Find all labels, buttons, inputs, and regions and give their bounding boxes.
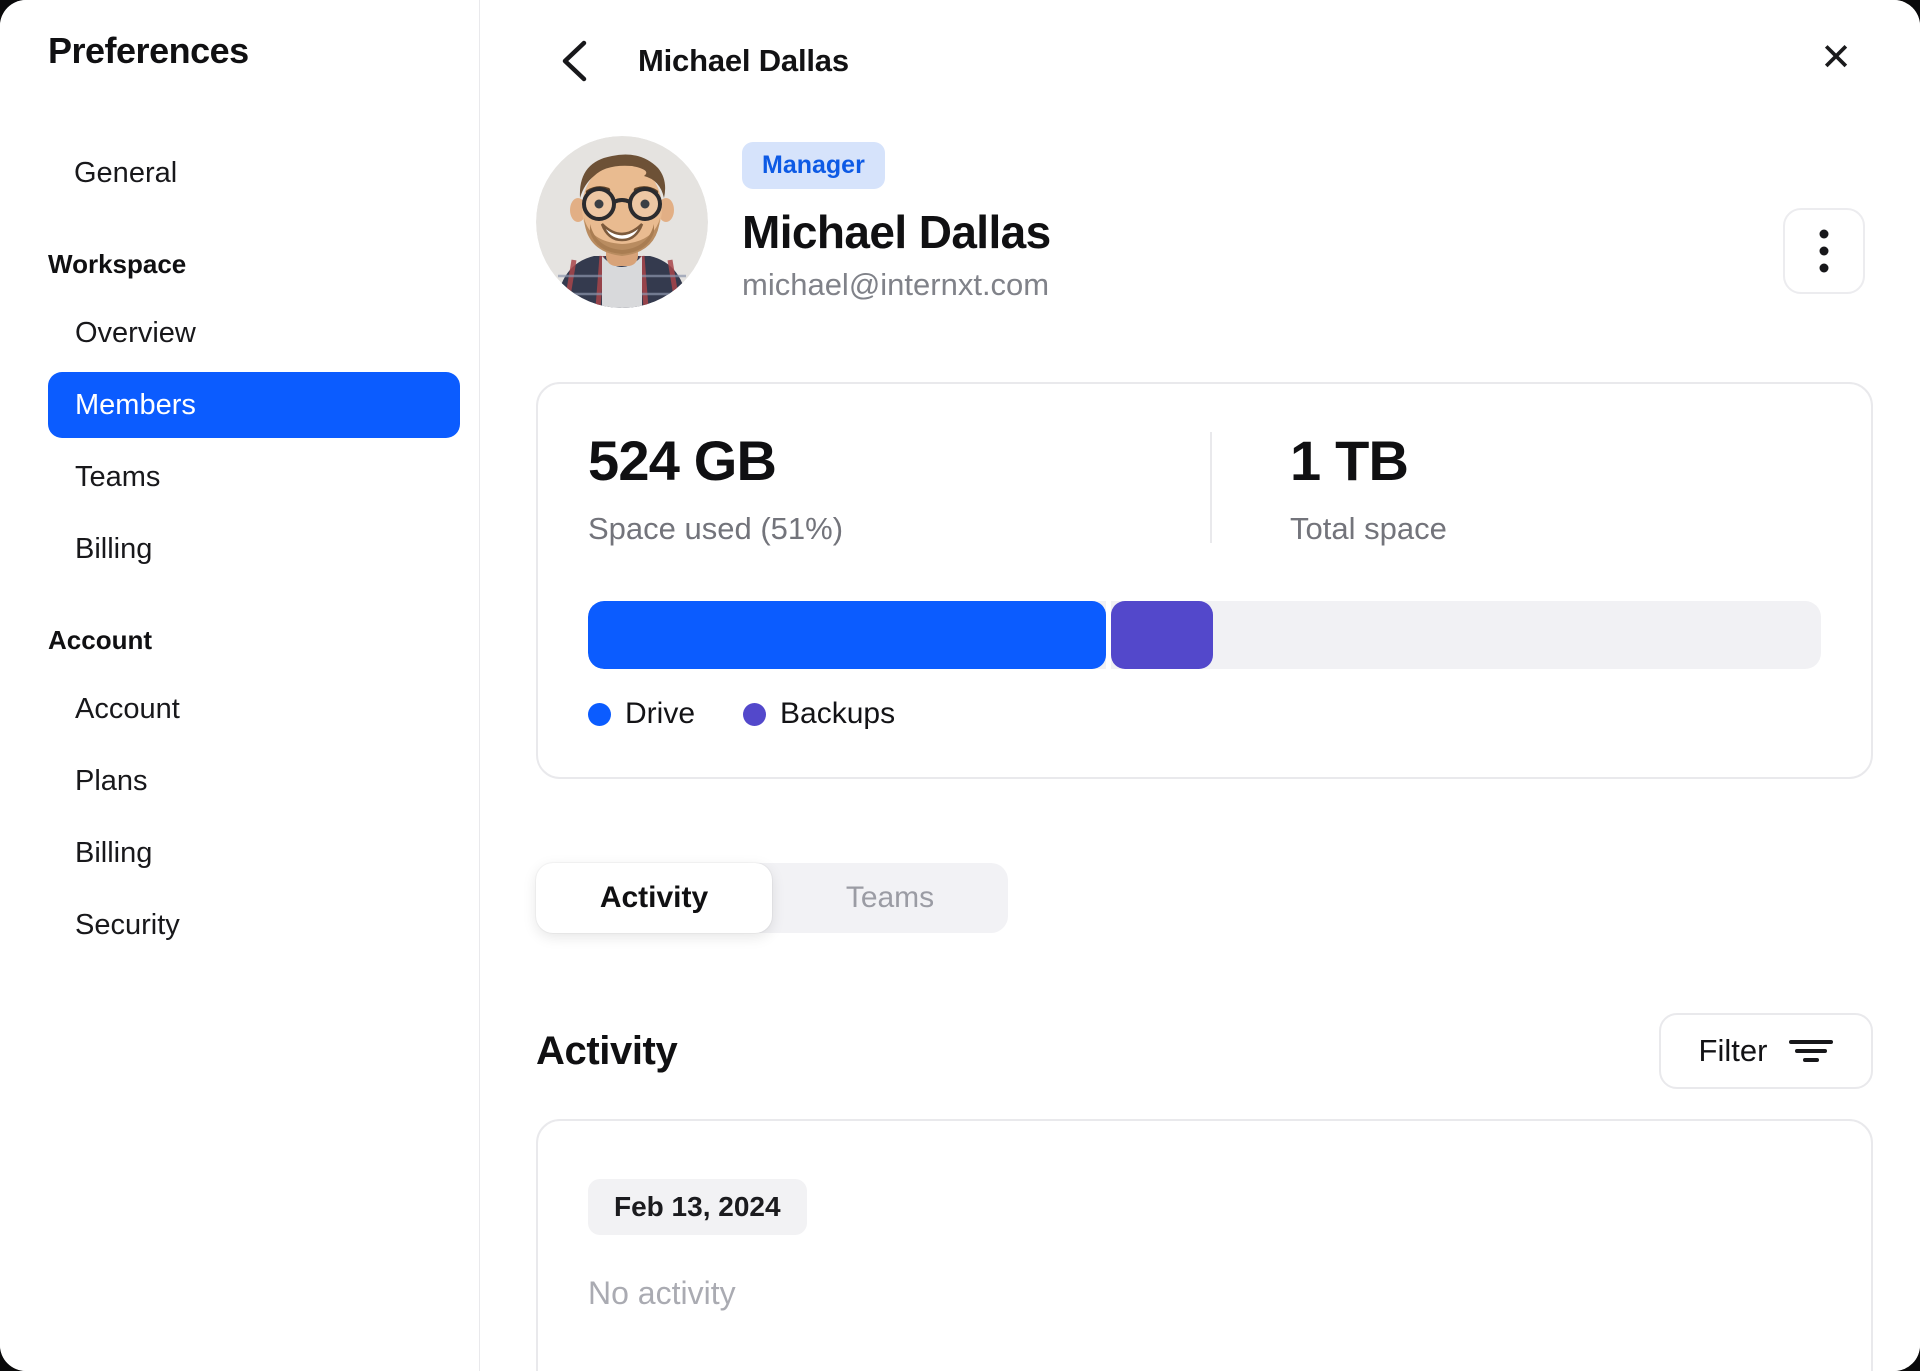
tab-activity[interactable]: Activity	[536, 863, 772, 933]
total-space-label: Total space	[1290, 511, 1447, 546]
total-space-stat: 1 TB Total space	[1212, 428, 1447, 547]
close-button[interactable]: ✕	[1805, 26, 1867, 88]
legend-label: Backups	[780, 697, 896, 730]
sidebar-item-account[interactable]: Account	[48, 676, 460, 742]
sidebar-section-workspace: Workspace	[48, 234, 459, 294]
sidebar-item-security[interactable]: Security	[48, 892, 460, 958]
sidebar-item-members[interactable]: Members	[48, 372, 460, 438]
sidebar-item-label: Plans	[75, 764, 148, 797]
member-options-button[interactable]	[1783, 208, 1865, 294]
sidebar-item-label: General	[74, 156, 178, 189]
activity-section-header: Activity Filter	[536, 1013, 1873, 1089]
space-used-label: Space used (51%)	[588, 511, 844, 546]
sidebar: Preferences General Workspace Overview M…	[0, 0, 480, 1371]
backups-dot-icon	[743, 702, 767, 726]
space-used-value: 524 GB	[588, 429, 777, 492]
sidebar-item-billing-workspace[interactable]: Billing	[48, 516, 460, 582]
sidebar-item-teams[interactable]: Teams	[48, 444, 460, 510]
preferences-modal: Preferences General Workspace Overview M…	[0, 0, 1920, 1371]
back-button[interactable]	[544, 31, 604, 91]
role-badge: Manager	[742, 142, 885, 189]
filter-button-label: Filter	[1698, 1033, 1768, 1068]
space-used-stat: 524 GB Space used (51%)	[588, 428, 1210, 547]
sidebar-section-label: Account	[48, 624, 152, 655]
backups-usage-segment	[1110, 601, 1214, 669]
activity-log-card: Feb 13, 2024 No activity	[536, 1119, 1873, 1371]
sidebar-item-label: Billing	[75, 836, 153, 869]
drive-dot-icon	[588, 702, 611, 726]
close-icon: ✕	[1820, 36, 1852, 79]
legend-item-drive: Drive	[588, 697, 695, 731]
kebab-vertical-icon	[1819, 229, 1829, 273]
sidebar-item-plans[interactable]: Plans	[48, 748, 460, 814]
sidebar-title: Preferences	[48, 30, 249, 71]
total-space-value: 1 TB	[1290, 429, 1409, 492]
member-detail-panel: Michael Dallas ✕ Manager Michael Dallas …	[481, 0, 1920, 1371]
tab-teams[interactable]: Teams	[772, 863, 1008, 933]
chevron-left-icon	[559, 39, 589, 83]
no-activity-text: No activity	[588, 1275, 736, 1311]
activity-heading: Activity	[536, 1028, 678, 1073]
legend-item-backups: Backups	[743, 697, 895, 731]
sidebar-item-overview[interactable]: Overview	[48, 300, 460, 366]
profile-info: Manager Michael Dallas michael@internxt.…	[742, 136, 1051, 303]
storage-legend: Drive Backups	[588, 697, 1821, 731]
storage-usage-bar	[588, 601, 1821, 669]
sidebar-item-label: Overview	[75, 316, 196, 349]
storage-card: 524 GB Space used (51%) 1 TB Total space…	[536, 382, 1873, 779]
avatar	[536, 136, 708, 308]
sidebar-item-general[interactable]: General	[48, 140, 460, 206]
sidebar-item-label: Teams	[75, 460, 161, 493]
sidebar-item-label: Account	[75, 692, 180, 725]
legend-label: Drive	[625, 697, 696, 730]
date-chip: Feb 13, 2024	[588, 1179, 807, 1235]
sidebar-section-label: Workspace	[48, 248, 187, 279]
storage-stats: 524 GB Space used (51%) 1 TB Total space	[588, 428, 1821, 547]
detail-tabs: Activity Teams	[536, 863, 1008, 933]
member-name: Michael Dallas	[742, 206, 1051, 258]
sidebar-item-billing-account[interactable]: Billing	[48, 820, 460, 886]
profile-header: Manager Michael Dallas michael@internxt.…	[536, 136, 1873, 308]
member-email: michael@internxt.com	[742, 267, 1050, 302]
sidebar-item-label: Billing	[75, 532, 153, 565]
filter-button[interactable]: Filter	[1659, 1013, 1873, 1089]
sidebar-item-label: Security	[75, 908, 180, 941]
drive-usage-segment	[588, 601, 1106, 669]
filter-icon	[1789, 1038, 1834, 1064]
sidebar-item-label: Members	[75, 388, 196, 421]
sidebar-section-account: Account	[48, 610, 459, 670]
page-title: Michael Dallas	[638, 43, 849, 78]
topbar: Michael Dallas ✕	[536, 30, 1873, 92]
sidebar-nav: General Workspace Overview Members Teams…	[48, 140, 460, 958]
